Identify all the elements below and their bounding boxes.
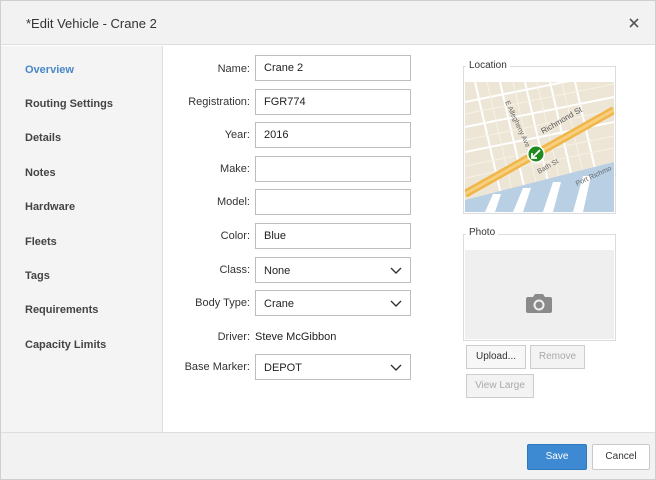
cancel-button[interactable]: Cancel: [592, 444, 650, 470]
sidebar-item-details[interactable]: Details: [25, 132, 61, 144]
base-marker-select[interactable]: DEPOT: [255, 354, 411, 380]
base-marker-label: Base Marker:: [184, 361, 250, 373]
year-label: Year:: [224, 129, 250, 141]
view-large-button[interactable]: View Large: [466, 374, 534, 398]
camera-icon: [526, 294, 552, 313]
photo-placeholder[interactable]: [465, 250, 614, 339]
body-type-select[interactable]: Crane: [255, 290, 411, 316]
model-label: Model:: [216, 196, 250, 208]
chevron-down-icon: [390, 364, 402, 371]
sidebar-item-fleets[interactable]: Fleets: [25, 236, 57, 248]
sidebar-item-tags[interactable]: Tags: [25, 270, 50, 282]
body-type-select-value: Crane: [264, 298, 294, 310]
sidebar-item-routing-settings[interactable]: Routing Settings: [25, 98, 113, 110]
class-select-value: None: [264, 265, 291, 277]
class-label: Class:: [219, 264, 250, 276]
registration-label: Registration:: [188, 96, 250, 108]
location-map[interactable]: Richmond St E Allegheny Ave Bath St Port…: [465, 82, 614, 212]
sidebar-item-requirements[interactable]: Requirements: [25, 304, 98, 316]
sidebar-item-hardware[interactable]: Hardware: [25, 201, 75, 213]
body-type-label: Body Type:: [195, 297, 250, 309]
registration-field[interactable]: [255, 89, 411, 115]
chevron-down-icon: [390, 267, 402, 274]
sidebar-item-notes[interactable]: Notes: [25, 167, 56, 179]
make-field[interactable]: [255, 156, 411, 182]
vehicle-marker-icon: [527, 145, 545, 163]
name-field[interactable]: [255, 55, 411, 81]
dialog-title: *Edit Vehicle - Crane 2: [26, 16, 157, 31]
photo-title: Photo: [466, 227, 499, 238]
base-marker-select-value: DEPOT: [264, 362, 302, 374]
sidebar-item-capacity-limits[interactable]: Capacity Limits: [25, 339, 106, 351]
remove-button[interactable]: Remove: [530, 345, 585, 369]
name-label: Name:: [217, 63, 250, 75]
color-label: Color:: [220, 230, 250, 242]
year-field[interactable]: [255, 122, 411, 148]
color-field[interactable]: [255, 223, 411, 249]
driver-value: Steve McGibbon: [255, 331, 337, 343]
upload-button[interactable]: Upload...: [466, 345, 526, 369]
chevron-down-icon: [390, 300, 402, 307]
sidebar-item-overview[interactable]: Overview: [25, 64, 74, 76]
make-label: Make:: [220, 163, 250, 175]
driver-label: Driver:: [217, 331, 250, 343]
dialog-header: *Edit Vehicle - Crane 2: [1, 1, 655, 45]
location-title: Location: [466, 60, 510, 71]
save-button[interactable]: Save: [527, 444, 587, 470]
model-field[interactable]: [255, 189, 411, 215]
class-select[interactable]: None: [255, 257, 411, 283]
edit-vehicle-dialog: *Edit Vehicle - Crane 2 Overview Routing…: [0, 0, 656, 480]
close-icon[interactable]: [625, 14, 643, 32]
